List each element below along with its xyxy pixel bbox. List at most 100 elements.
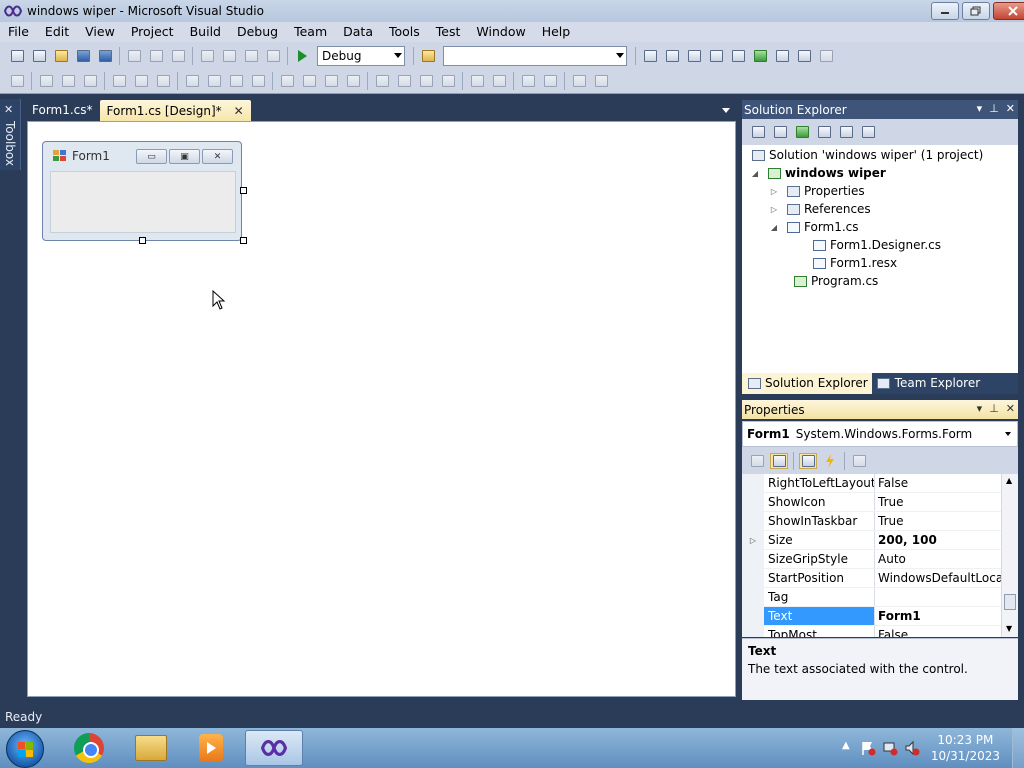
network-icon[interactable] — [882, 740, 898, 756]
properties-icon[interactable] — [749, 124, 767, 140]
object-selector[interactable]: Form1 System.Windows.Forms.Form — [742, 421, 1018, 447]
property-row-selected[interactable]: Text Form1 — [742, 607, 1002, 626]
toolbox-tab[interactable]: ✕ Toolbox — [0, 99, 21, 170]
alphabetical-icon[interactable] — [770, 452, 788, 469]
make-same-height-icon[interactable] — [205, 73, 223, 89]
taskbar-file-explorer[interactable] — [122, 730, 180, 766]
property-value[interactable] — [875, 588, 1002, 606]
open-file-icon[interactable] — [52, 48, 70, 64]
bring-to-front-icon[interactable] — [519, 73, 537, 89]
find-combo[interactable] — [443, 45, 627, 66]
tree-item-references[interactable]: ▷ References — [769, 200, 871, 218]
send-to-back-icon[interactable] — [541, 73, 559, 89]
toolbox-icon[interactable] — [707, 48, 725, 64]
tab-solution-explorer[interactable]: Solution Explorer — [742, 373, 872, 394]
align-to-grid-icon[interactable] — [8, 73, 26, 89]
save-icon[interactable] — [74, 48, 92, 64]
menu-edit[interactable]: Edit — [37, 22, 77, 42]
scroll-up-icon[interactable]: ▲ — [1006, 476, 1012, 485]
align-bottoms-icon[interactable] — [154, 73, 172, 89]
property-pages-icon[interactable] — [850, 453, 868, 469]
paste-icon[interactable] — [169, 48, 187, 64]
menu-test[interactable]: Test — [428, 22, 469, 42]
tab-form1-design[interactable]: Form1.cs [Design]* ✕ — [99, 100, 251, 121]
properties-window-icon[interactable] — [663, 48, 681, 64]
tree-item-properties[interactable]: ▷ Properties — [769, 182, 865, 200]
close-button[interactable] — [993, 2, 1024, 20]
menu-file[interactable]: File — [0, 22, 37, 42]
new-project-icon[interactable] — [8, 48, 26, 64]
property-grid-scrollbar[interactable]: ▲ ▼ — [1001, 474, 1018, 637]
vertical-spacing-decrease-icon[interactable] — [417, 73, 435, 89]
clock[interactable]: 10:23 PM 10/31/2023 — [931, 732, 1000, 764]
menu-build[interactable]: Build — [182, 22, 229, 42]
center-vertically-icon[interactable] — [490, 73, 508, 89]
solution-configuration-dropdown[interactable]: Debug — [317, 45, 405, 66]
solution-explorer-icon[interactable] — [641, 48, 659, 64]
align-rights-icon[interactable] — [81, 73, 99, 89]
auto-hide-pin-icon[interactable]: ⊥ — [989, 102, 999, 115]
property-value[interactable]: True — [875, 493, 1002, 511]
menu-view[interactable]: View — [77, 22, 123, 42]
collapse-arrow-icon[interactable]: ◢ — [769, 223, 779, 232]
tree-item-form1-cs[interactable]: ◢ Form1.cs — [769, 218, 859, 236]
properties-view-icon[interactable] — [799, 452, 817, 469]
tree-item-solution[interactable]: Solution 'windows wiper' (1 project) — [750, 146, 983, 164]
expand-arrow-icon[interactable]: ▷ — [742, 531, 764, 549]
menu-window[interactable]: Window — [468, 22, 533, 42]
command-window-icon[interactable] — [795, 48, 813, 64]
tab-order-icon[interactable] — [570, 73, 588, 89]
copy-icon[interactable] — [147, 48, 165, 64]
taskbar-chrome[interactable] — [60, 730, 118, 766]
property-row[interactable]: ShowIcon True — [742, 493, 1002, 512]
start-debugging-icon[interactable] — [293, 48, 311, 64]
navigate-forward-icon[interactable] — [264, 48, 282, 64]
property-row[interactable]: SizeGripStyle Auto — [742, 550, 1002, 569]
property-row[interactable]: RightToLeftLayout False — [742, 474, 1002, 493]
find-in-files-icon[interactable] — [419, 48, 437, 64]
scrollbar-thumb[interactable] — [1004, 594, 1016, 610]
close-panel-icon[interactable]: ✕ — [1006, 402, 1015, 415]
layout-options-icon[interactable] — [592, 73, 610, 89]
property-value[interactable]: Auto — [875, 550, 1002, 568]
horizontal-spacing-decrease-icon[interactable] — [322, 73, 340, 89]
object-browser-icon[interactable] — [685, 48, 703, 64]
vertical-spacing-increase-icon[interactable] — [395, 73, 413, 89]
menu-data[interactable]: Data — [335, 22, 381, 42]
align-tops-icon[interactable] — [110, 73, 128, 89]
window-position-icon[interactable]: ▾ — [977, 402, 983, 415]
window-position-icon[interactable]: ▾ — [977, 102, 983, 115]
tab-form1-cs[interactable]: Form1.cs* — [25, 100, 100, 121]
menu-team[interactable]: Team — [286, 22, 335, 42]
property-value[interactable]: False — [875, 474, 1002, 492]
size-to-grid-icon[interactable] — [249, 73, 267, 89]
center-horizontally-icon[interactable] — [468, 73, 486, 89]
close-tab-icon[interactable]: ✕ — [234, 101, 244, 121]
expand-arrow-icon[interactable]: ▷ — [769, 187, 779, 196]
align-middles-icon[interactable] — [132, 73, 150, 89]
action-center-flag-icon[interactable] — [860, 740, 876, 756]
property-value[interactable]: WindowsDefaultLocation — [875, 569, 1002, 587]
form-designer-surface[interactable]: Form1 ▭ ▣ ✕ — [27, 121, 736, 697]
volume-icon[interactable] — [904, 740, 920, 756]
horizontal-spacing-increase-icon[interactable] — [300, 73, 318, 89]
horizontal-spacing-equal-icon[interactable] — [278, 73, 296, 89]
collapse-arrow-icon[interactable]: ◢ — [750, 169, 760, 178]
resize-handle-bottom[interactable] — [139, 237, 146, 244]
categorized-icon[interactable] — [748, 453, 766, 469]
vertical-spacing-equal-icon[interactable] — [373, 73, 391, 89]
menu-debug[interactable]: Debug — [229, 22, 286, 42]
error-list-icon[interactable] — [729, 48, 747, 64]
minimize-button[interactable] — [931, 2, 959, 20]
designed-form[interactable]: Form1 ▭ ▣ ✕ — [42, 141, 242, 241]
resize-handle-right[interactable] — [240, 187, 247, 194]
tree-item-project[interactable]: ◢ windows wiper — [750, 164, 886, 182]
property-value[interactable]: Form1 — [875, 607, 1002, 625]
property-row[interactable]: Tag — [742, 588, 1002, 607]
save-all-icon[interactable] — [96, 48, 114, 64]
refresh-icon[interactable] — [793, 124, 811, 140]
events-lightning-icon[interactable] — [821, 453, 839, 469]
tree-item-program-cs[interactable]: Program.cs — [792, 272, 878, 290]
make-same-width-icon[interactable] — [183, 73, 201, 89]
resize-handle-corner[interactable] — [240, 237, 247, 244]
